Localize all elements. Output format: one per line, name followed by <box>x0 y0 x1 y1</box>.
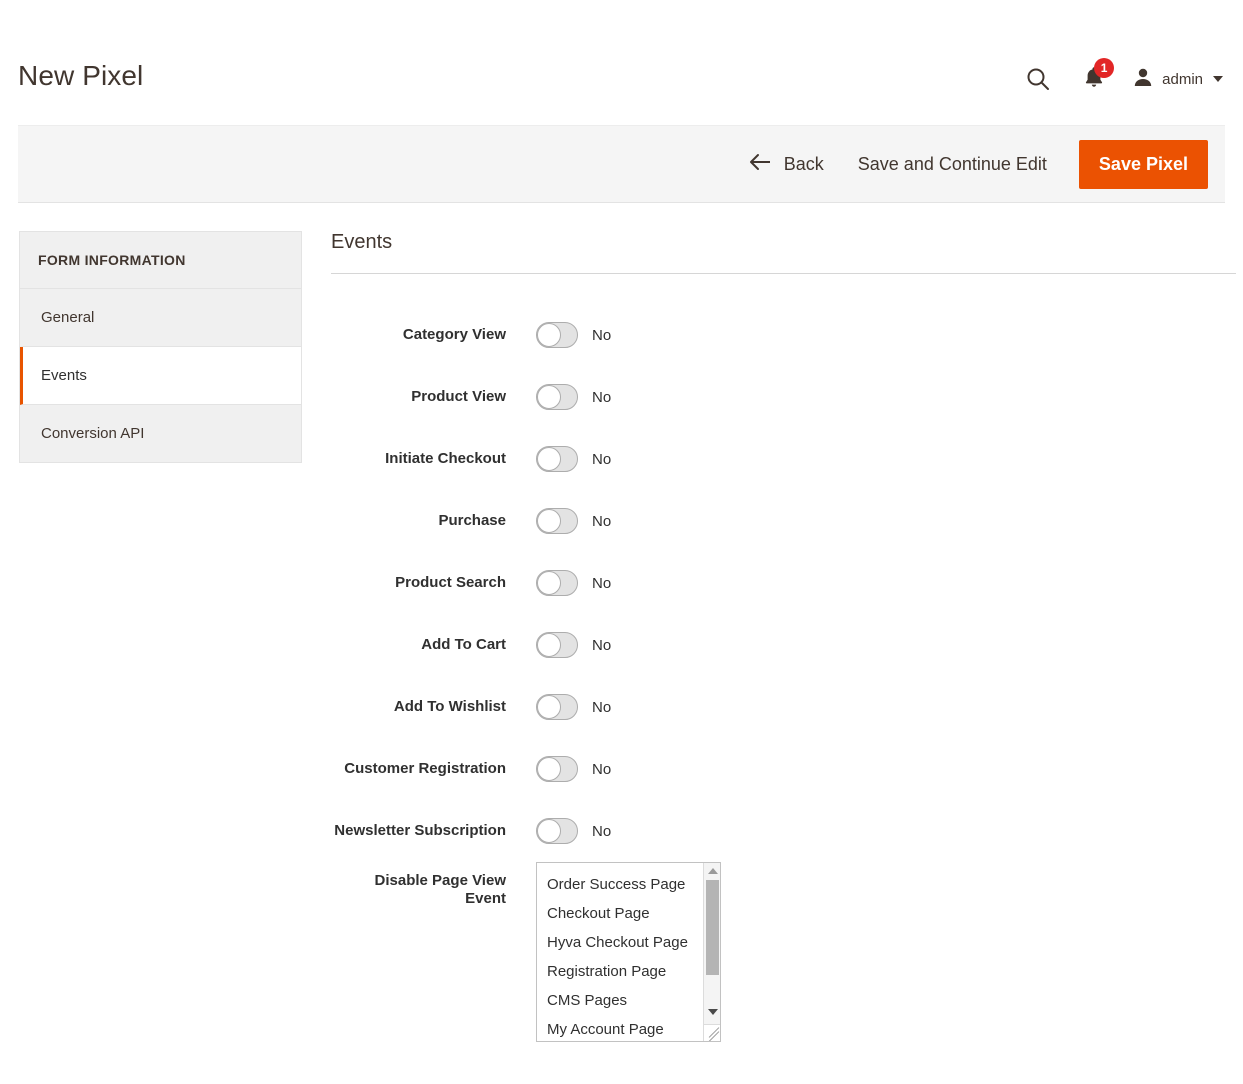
save-pixel-button[interactable]: Save Pixel <box>1078 139 1208 189</box>
scrollbar-thumb[interactable] <box>706 880 719 975</box>
field-row-disable-page-view-event: Disable Page View Event Order Success Pa… <box>331 862 1236 1042</box>
arrow-left-icon <box>748 153 772 176</box>
field-control-product-search: No <box>536 570 611 596</box>
scroll-up-arrow-icon[interactable] <box>704 863 720 878</box>
multiselect-option[interactable]: Checkout Page <box>537 899 702 928</box>
multiselect-option[interactable]: My Account Page <box>537 1015 702 1041</box>
sidebar-item-events[interactable]: Events <box>20 347 301 405</box>
field-control-purchase: No <box>536 508 611 534</box>
toggle-value-initiate-checkout: No <box>592 450 612 468</box>
toggle-knob <box>537 323 561 347</box>
toggle-product-view[interactable] <box>536 384 578 410</box>
toggle-knob <box>537 447 561 471</box>
sidebar-title: FORM INFORMATION <box>20 232 301 289</box>
back-button[interactable]: Back <box>748 153 824 176</box>
field-control-initiate-checkout: No <box>536 446 611 472</box>
toggle-knob <box>537 819 561 843</box>
field-label-product-search: Product Search <box>395 574 506 591</box>
field-row-initiate-checkout: Initiate Checkout No <box>331 428 1236 490</box>
search-icon <box>1025 66 1051 92</box>
field-row-category-view: Category View No <box>331 304 1236 366</box>
page-body: FORM INFORMATION General Events Conversi… <box>0 203 1243 1084</box>
multiselect-option[interactable]: Order Success Page <box>537 870 702 899</box>
toggle-knob <box>537 509 561 533</box>
toggle-newsletter-subscription[interactable] <box>536 818 578 844</box>
save-and-continue-edit-button[interactable]: Save and Continue Edit <box>854 146 1051 183</box>
toggle-purchase[interactable] <box>536 508 578 534</box>
sidebar-item-general[interactable]: General <box>20 289 301 347</box>
field-row-purchase: Purchase No <box>331 490 1236 552</box>
chevron-down-icon <box>1213 76 1223 82</box>
toggle-add-to-wishlist[interactable] <box>536 694 578 720</box>
search-button[interactable] <box>1010 62 1066 96</box>
form-information-sidebar: FORM INFORMATION General Events Conversi… <box>19 231 302 463</box>
toggle-add-to-cart[interactable] <box>536 632 578 658</box>
multiselect-options-list: Order Success Page Checkout Page Hyva Ch… <box>537 863 702 1041</box>
toggle-value-category-view: No <box>592 326 612 344</box>
field-row-newsletter-subscription: Newsletter Subscription No <box>331 800 1236 862</box>
field-label-add-to-cart: Add To Cart <box>421 636 506 653</box>
field-control-disable-page-view-event: Order Success Page Checkout Page Hyva Ch… <box>536 862 721 1042</box>
field-label-category-view: Category View <box>402 326 506 343</box>
user-avatar-icon <box>1132 66 1154 93</box>
toggle-initiate-checkout[interactable] <box>536 446 578 472</box>
toggle-value-customer-registration: No <box>592 760 612 778</box>
notification-count-badge: 1 <box>1094 58 1115 78</box>
sidebar-item-conversion-api[interactable]: Conversion API <box>20 405 301 462</box>
field-label-disable-page-view-event: Disable Page View Event <box>374 872 506 907</box>
disable-page-view-event-multiselect[interactable]: Order Success Page Checkout Page Hyva Ch… <box>536 862 721 1042</box>
page-title: New Pixel <box>18 60 144 91</box>
toggle-value-purchase: No <box>592 512 612 530</box>
field-label-initiate-checkout: Initiate Checkout <box>385 450 506 467</box>
multiselect-scrollbar[interactable] <box>703 863 720 1041</box>
back-button-label: Back <box>783 153 824 174</box>
toggle-knob <box>537 633 561 657</box>
section-title: Events <box>331 231 1236 274</box>
toggle-knob <box>537 385 561 409</box>
header-tools: 1 admin <box>1010 58 1227 96</box>
toggle-product-search[interactable] <box>536 570 578 596</box>
field-label-purchase: Purchase <box>438 512 506 529</box>
field-row-product-view: Product View No <box>331 366 1236 428</box>
field-control-customer-registration: No <box>536 756 611 782</box>
toggle-category-view[interactable] <box>536 322 578 348</box>
toggle-customer-registration[interactable] <box>536 756 578 782</box>
toggle-value-product-search: No <box>592 574 612 592</box>
page-actions-toolbar: Back Save and Continue Edit Save Pixel <box>18 125 1225 203</box>
toggle-knob <box>537 695 561 719</box>
field-label-newsletter-subscription: Newsletter Subscription <box>334 822 506 839</box>
toggle-value-newsletter-subscription: No <box>592 822 612 840</box>
field-label-add-to-wishlist: Add To Wishlist <box>393 698 506 715</box>
toggle-value-product-view: No <box>592 388 612 406</box>
field-control-product-view: No <box>536 384 611 410</box>
events-section: Events Category View No Product View No … <box>331 231 1236 1042</box>
multiselect-option[interactable]: CMS Pages <box>537 986 702 1015</box>
field-row-add-to-cart: Add To Cart No <box>331 614 1236 676</box>
field-control-add-to-wishlist: No <box>536 694 611 720</box>
field-control-newsletter-subscription: No <box>536 818 611 844</box>
page-header: New Pixel 1 admin <box>0 0 1243 125</box>
field-row-product-search: Product Search No <box>331 552 1236 614</box>
toggle-knob <box>537 757 561 781</box>
notifications-button[interactable]: 1 <box>1066 58 1122 96</box>
multiselect-option[interactable]: Registration Page <box>537 957 702 986</box>
admin-menu[interactable]: admin <box>1122 62 1227 96</box>
resize-grip-icon[interactable] <box>703 1024 720 1041</box>
multiselect-option[interactable]: Hyva Checkout Page <box>537 928 702 957</box>
toggle-value-add-to-cart: No <box>592 636 612 654</box>
toggle-value-add-to-wishlist: No <box>592 698 612 716</box>
field-row-customer-registration: Customer Registration No <box>331 738 1236 800</box>
field-row-add-to-wishlist: Add To Wishlist No <box>331 676 1236 738</box>
field-control-add-to-cart: No <box>536 632 611 658</box>
scroll-down-arrow-icon[interactable] <box>704 1004 720 1019</box>
field-label-product-view: Product View <box>411 388 506 405</box>
field-control-category-view: No <box>536 322 611 348</box>
admin-username: admin <box>1162 70 1203 88</box>
field-label-customer-registration: Customer Registration <box>344 760 506 777</box>
toggle-knob <box>537 571 561 595</box>
